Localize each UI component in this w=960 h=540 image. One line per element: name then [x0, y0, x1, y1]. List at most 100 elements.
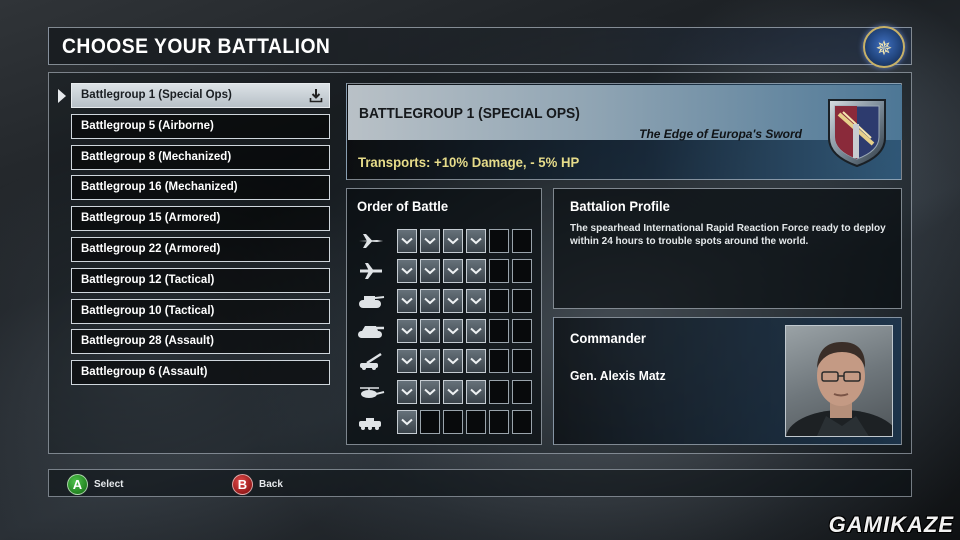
faction-emblem-icon: ✵ [863, 26, 905, 68]
battalion-list-item[interactable]: Battlegroup 28 (Assault) [71, 329, 330, 355]
chevron-rank-icon [470, 237, 482, 245]
battalion-list-label: Battlegroup 6 (Assault) [81, 366, 208, 379]
b-button-icon: B [232, 473, 253, 495]
unit-slot-filled [420, 379, 440, 404]
jet-icon [359, 234, 383, 248]
battalion-list-label: Battlegroup 10 (Tactical) [81, 304, 215, 317]
selection-cursor-icon [58, 89, 66, 103]
battalion-list-label: Battlegroup 8 (Mechanized) [81, 150, 232, 163]
unit-slot-filled [397, 409, 417, 434]
battalion-list-item[interactable]: Battlegroup 1 (Special Ops) [71, 83, 330, 108]
order-of-battle-row [357, 289, 537, 314]
unit-slot-empty [512, 349, 532, 374]
commander-portrait [785, 325, 893, 437]
tank-icon [359, 296, 385, 309]
battalion-list-label: Battlegroup 5 (Airborne) [81, 119, 214, 132]
chevron-rank-icon [447, 358, 459, 365]
chevron-rank-icon [470, 297, 482, 305]
battalion-list-item[interactable]: Battlegroup 15 (Armored) [71, 206, 330, 232]
profile-title: Battalion Profile [570, 198, 670, 214]
unit-slot-filled [420, 319, 440, 344]
select-hint[interactable]: A Select [67, 473, 123, 495]
chevron-rank-icon [470, 388, 482, 395]
battalion-list-label: Battlegroup 16 (Mechanized) [81, 181, 238, 194]
unit-slot-empty [489, 409, 509, 434]
unit-slot-filled [443, 379, 463, 404]
unit-slot-empty [512, 379, 532, 404]
unit-slot-filled [397, 229, 417, 253]
chevron-rank-icon [401, 358, 413, 365]
helicopter-icon [360, 386, 385, 398]
unit-slot-filled [397, 289, 417, 314]
chevron-rank-icon [470, 358, 482, 365]
apc-icon [359, 417, 381, 430]
chevron-rank-icon [424, 388, 436, 395]
chevron-rank-icon [401, 328, 413, 335]
chevron-rank-icon [424, 297, 436, 305]
page-title: CHOOSE YOUR BATTALION [62, 35, 331, 58]
commander-name: Gen. Alexis Matz [570, 368, 666, 383]
download-icon [309, 89, 323, 103]
chevron-rank-icon [447, 328, 459, 335]
watermark: GAMIKAZE [828, 512, 954, 537]
header-band: BATTLEGROUP 1 (SPECIAL OPS) The Edge of … [348, 85, 902, 141]
chevron-rank-icon [447, 237, 459, 245]
battalion-list-label: Battlegroup 15 (Armored) [81, 212, 221, 225]
unit-slot-filled [397, 349, 417, 374]
battalion-list-label: Battlegroup 28 (Assault) [81, 335, 214, 348]
battalion-list-item[interactable]: Battlegroup 22 (Armored) [71, 237, 330, 262]
chevron-rank-icon [401, 297, 413, 305]
unit-slot-empty [512, 289, 532, 314]
unit-slot-filled [443, 319, 463, 344]
chevron-rank-icon [401, 418, 413, 425]
chevron-rank-icon [401, 237, 413, 245]
chevron-rank-icon [401, 388, 413, 395]
chevron-rank-icon [401, 267, 413, 275]
unit-slot-empty [512, 319, 532, 344]
chevron-rank-icon [424, 358, 436, 365]
battalion-list-item[interactable]: Battlegroup 12 (Tactical) [71, 267, 330, 293]
unit-slot-empty [443, 409, 463, 434]
battalion-list-item[interactable]: Battlegroup 6 (Assault) [71, 360, 330, 386]
profile-description: The spearhead International Rapid Reacti… [570, 223, 886, 247]
unit-slot-filled [443, 229, 463, 253]
unit-slot-filled [397, 259, 417, 284]
bomber-icon [360, 263, 382, 280]
order-of-battle-row [357, 229, 537, 253]
unit-slot-filled [466, 289, 486, 314]
unit-slot-empty [489, 289, 509, 314]
chevron-rank-icon [447, 297, 459, 305]
battalion-profile-panel: Battalion Profile The spearhead Internat… [553, 188, 902, 309]
commander-title: Commander [570, 330, 646, 346]
unit-slot-empty [489, 259, 509, 284]
unit-slot-filled [443, 349, 463, 374]
chevron-rank-icon [447, 267, 459, 275]
unit-slot-filled [420, 349, 440, 374]
unit-slot-filled [420, 229, 440, 253]
battalion-list-item[interactable]: Battlegroup 10 (Tactical) [71, 298, 330, 324]
unit-slot-empty [512, 229, 532, 253]
back-hint[interactable]: B Back [232, 473, 283, 495]
unit-slot-empty [489, 229, 509, 253]
battalion-list-item[interactable]: Battlegroup 5 (Airborne) [71, 113, 330, 139]
artillery-icon [360, 353, 382, 371]
a-button-icon: A [67, 473, 88, 495]
battalion-crest-icon [828, 99, 886, 168]
order-of-battle-panel: Order of Battle [346, 188, 542, 445]
order-of-battle-row [357, 349, 537, 374]
unit-slot-empty [512, 409, 532, 434]
battalion-motto: The Edge of Europa's Sword [639, 127, 802, 141]
chevron-rank-icon [470, 328, 482, 335]
unit-slot-filled [443, 289, 463, 314]
battalion-list-label: Battlegroup 22 (Armored) [81, 243, 221, 255]
battalion-list-item[interactable]: Battlegroup 8 (Mechanized) [71, 144, 330, 170]
title-bar: CHOOSE YOUR BATTALION ✵ [48, 26, 912, 68]
battalion-list-item[interactable]: Battlegroup 16 (Mechanized) [71, 175, 330, 201]
battalion-list-label: Battlegroup 1 (Special Ops) [81, 89, 232, 101]
unit-slot-empty [512, 259, 532, 284]
chevron-rank-icon [447, 388, 459, 395]
unit-slot-filled [466, 379, 486, 404]
chevron-rank-icon [424, 267, 436, 275]
unit-slot-filled [443, 259, 463, 284]
controls-bar: A Select B Back [48, 469, 912, 497]
